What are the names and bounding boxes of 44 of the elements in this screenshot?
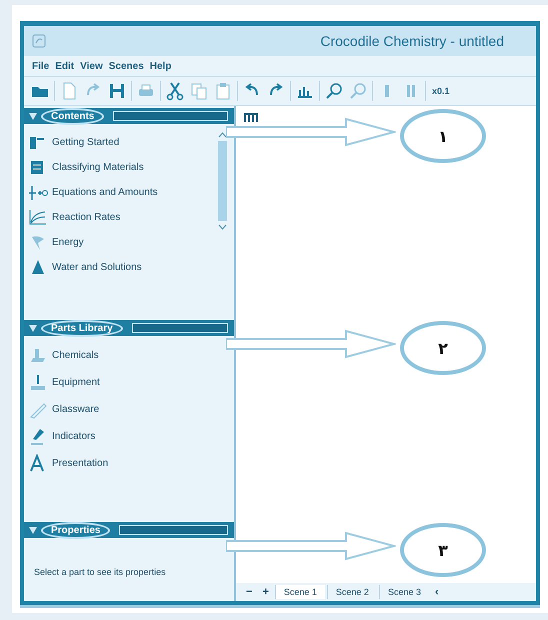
menu-item[interactable]: View — [80, 60, 103, 72]
window-title: Crocodile Chemistry - untitled — [320, 33, 504, 49]
collapse-icon[interactable] — [28, 525, 38, 535]
zoom-in-icon[interactable] — [324, 81, 344, 101]
list-item[interactable]: Water and Solutions — [28, 255, 216, 280]
scroll-down-icon[interactable] — [218, 224, 226, 230]
collapse-icon[interactable] — [28, 111, 38, 121]
panel-title: Parts Library — [41, 320, 123, 336]
copy-icon[interactable] — [189, 81, 209, 101]
menu-item[interactable]: Help — [150, 60, 172, 72]
scene-tab[interactable]: Scene 1 — [274, 585, 325, 599]
list-item[interactable]: Reaction Rates — [28, 205, 216, 230]
graph-icon — [28, 208, 48, 228]
scroll-up-icon[interactable] — [218, 132, 226, 138]
menu-item[interactable]: Edit — [55, 60, 74, 72]
properties-hint: Select a part to see its properties — [34, 567, 166, 577]
scene-button[interactable]: − — [242, 586, 256, 598]
list-item[interactable]: Getting Started — [28, 130, 216, 155]
collapse-icon[interactable] — [28, 323, 38, 333]
panel-header[interactable]: Properties — [24, 522, 234, 538]
scene-button[interactable]: + — [258, 586, 273, 598]
grid-icon — [244, 110, 258, 124]
list-item[interactable]: Glassware — [28, 396, 228, 423]
panel-title: Contents — [41, 108, 104, 124]
zoom-out-icon[interactable] — [348, 81, 368, 101]
menu-item[interactable]: Scenes — [108, 60, 144, 72]
stand-icon — [28, 372, 48, 392]
app-icon — [32, 34, 46, 48]
menu-item[interactable]: File — [32, 60, 50, 72]
list-item[interactable]: Chemicals — [28, 342, 228, 369]
scroll-left-button[interactable]: ‹ — [430, 586, 443, 598]
list-item[interactable]: Energy — [28, 230, 216, 255]
list-item[interactable]: Classifying Materials — [28, 155, 216, 180]
speed-button[interactable]: x0.1 — [432, 86, 450, 96]
save-icon[interactable] — [107, 81, 127, 101]
cut-icon[interactable] — [165, 81, 185, 101]
list-item[interactable]: Indicators — [28, 423, 228, 450]
list-item[interactable]: Presentation — [28, 450, 228, 477]
list-item[interactable]: Equipment — [28, 369, 228, 396]
panel-header[interactable]: Contents — [24, 108, 234, 124]
scroll-thumb[interactable] — [218, 141, 226, 221]
list-item[interactable]: Equations and Amounts — [28, 180, 216, 205]
panel-title: Properties — [41, 522, 110, 538]
panel-header[interactable]: Parts Library — [24, 320, 234, 336]
